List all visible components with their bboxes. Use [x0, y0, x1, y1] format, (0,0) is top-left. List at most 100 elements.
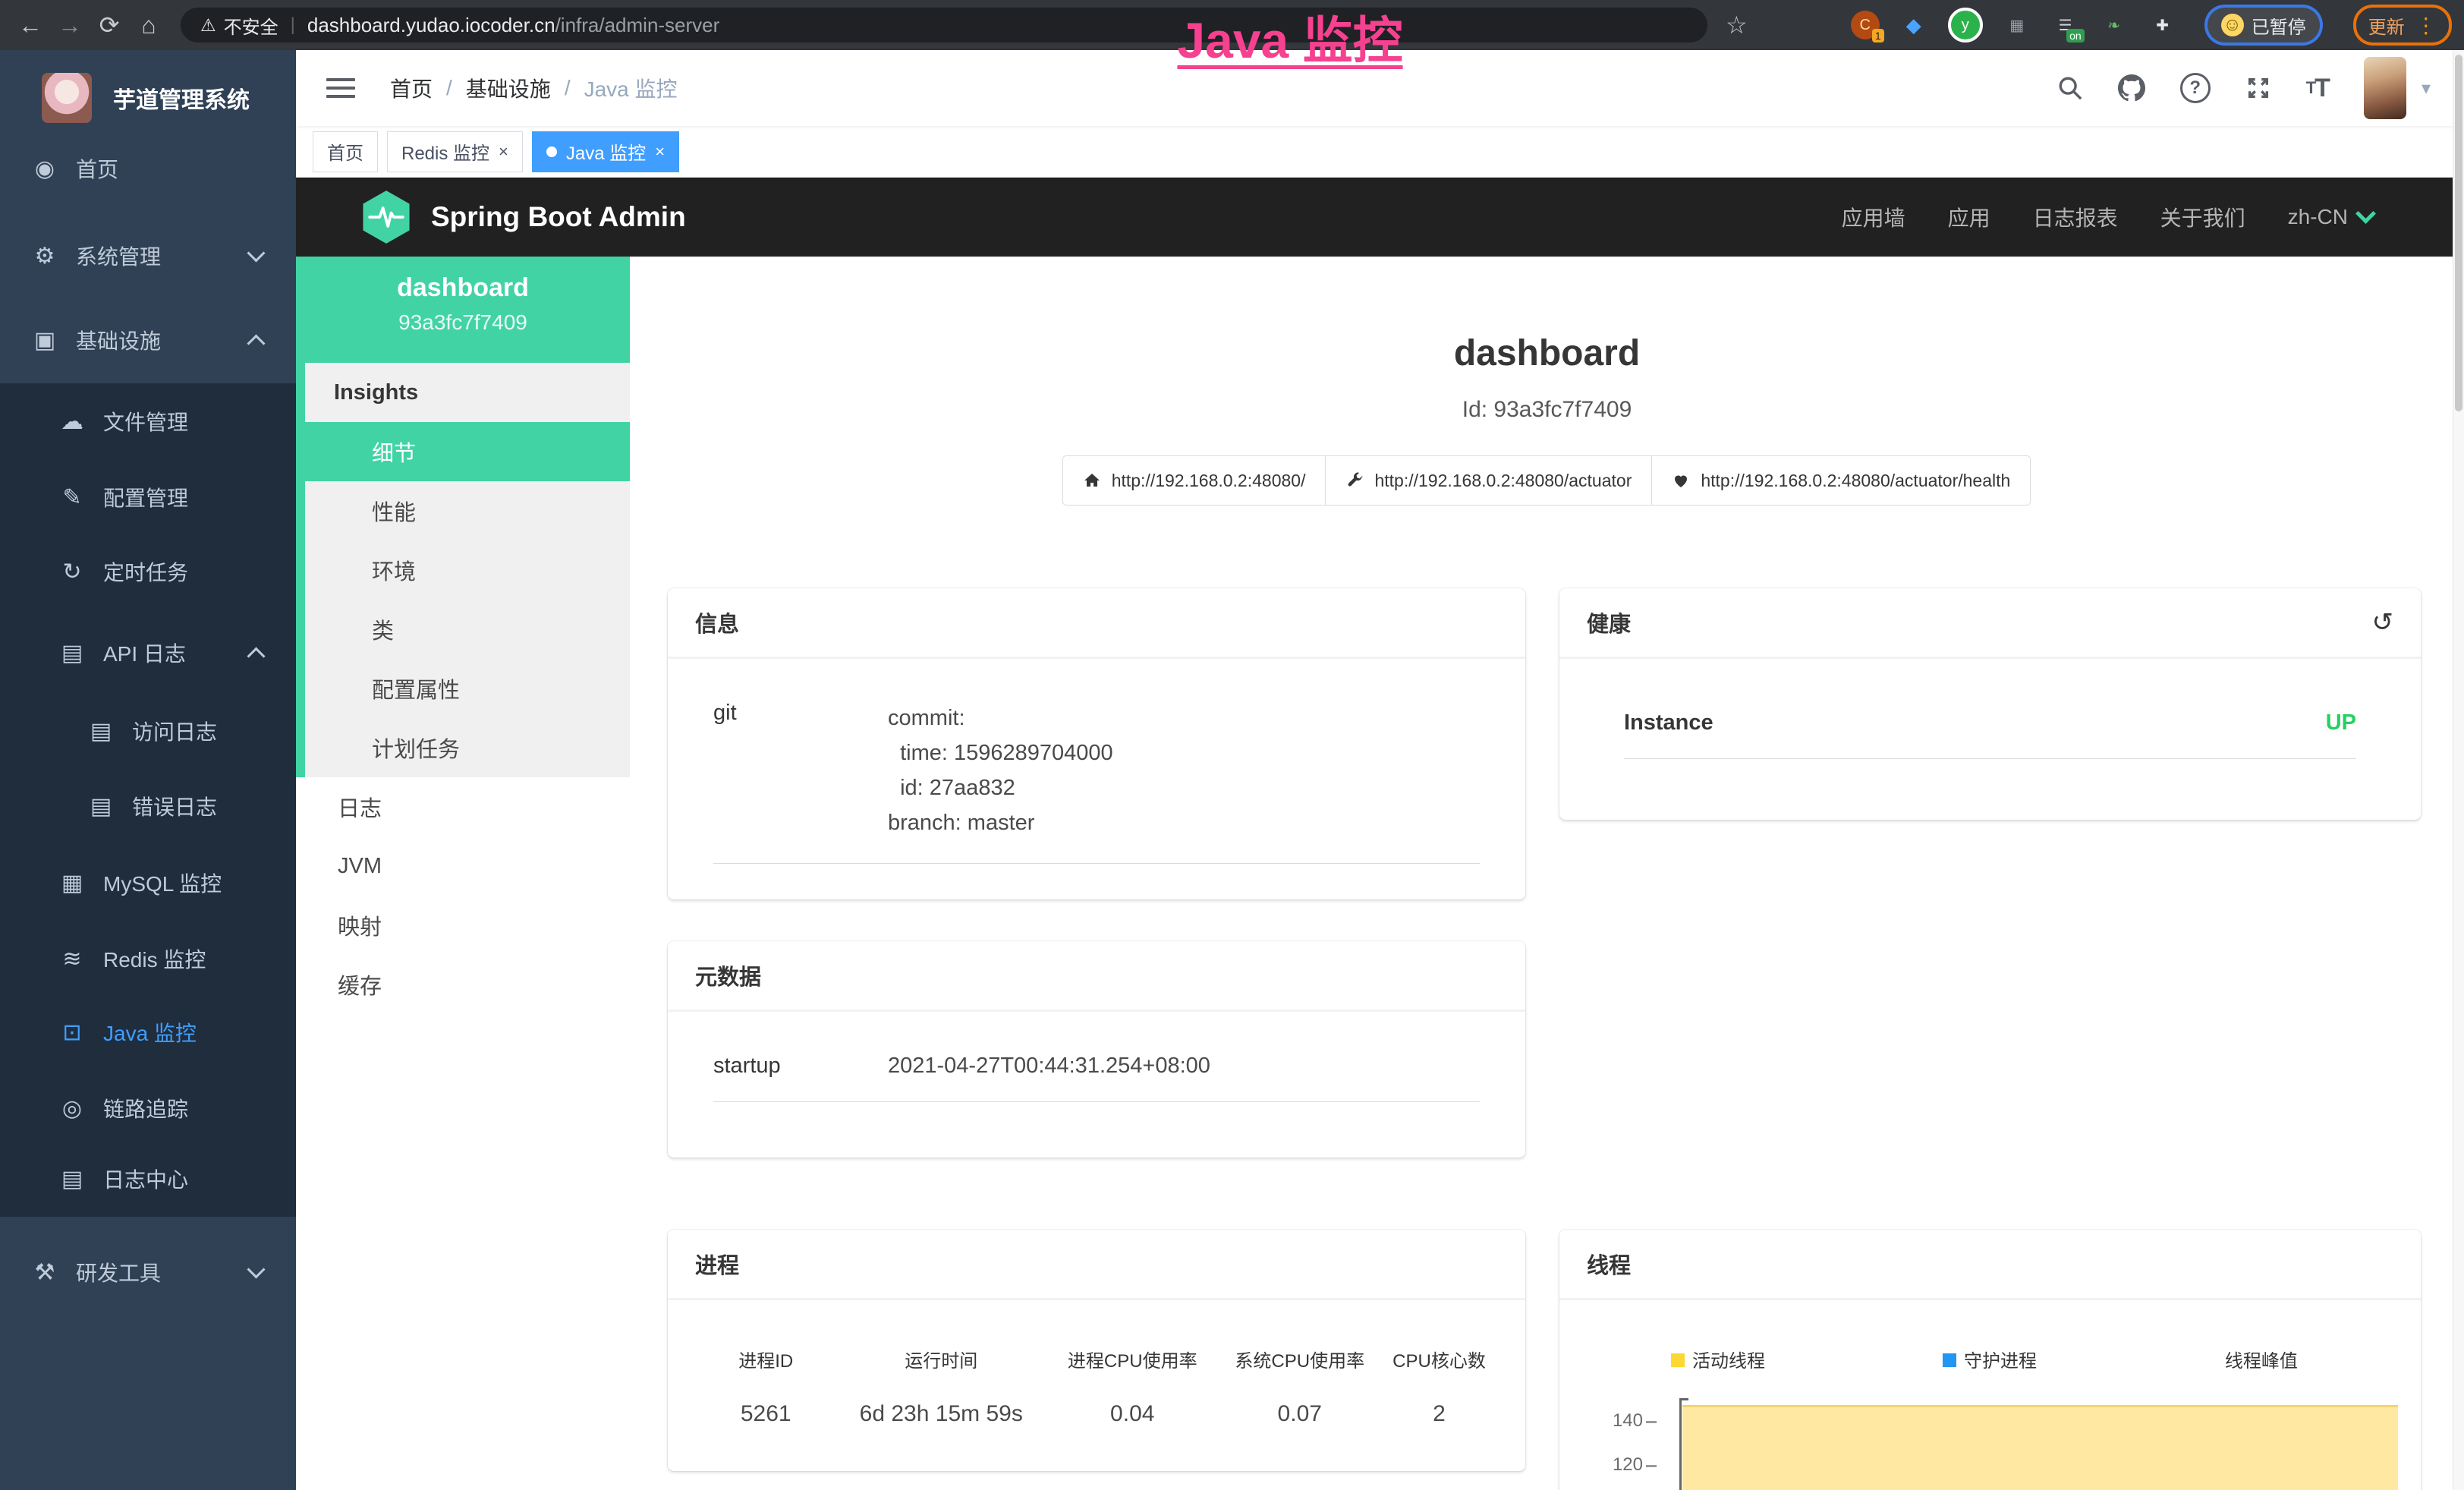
close-icon[interactable]: ×: [655, 142, 665, 162]
sba-insights-group: Insights 细节 性能 环境 类 配置属性 计划任务: [296, 363, 630, 777]
sba-item-classes[interactable]: 类: [305, 600, 630, 659]
browser-extensions-area: ☆ C1 ◆ y ▦ ☰on ❧ ✚ ☺ 已暂停 更新 ⋮: [1726, 5, 2452, 46]
ext-on-badge: on: [2066, 29, 2085, 43]
sidebar-item-access-logs[interactable]: ▤ 访问日志: [0, 693, 296, 769]
layers-icon: ≋: [59, 946, 85, 972]
chevron-down-icon: [247, 244, 265, 262]
history-icon[interactable]: ↺: [2372, 607, 2394, 638]
sba-nav-about[interactable]: 关于我们: [2160, 202, 2245, 232]
live-threads-area-series: [1682, 1405, 2398, 1490]
uptime-value: 6d 23h 15m 59s: [834, 1401, 1049, 1427]
spring-boot-admin-logo[interactable]: [361, 190, 411, 244]
ext-pin-icon[interactable]: ◆: [1899, 11, 1928, 39]
sba-nav-links: 应用墙 应用 日志报表 关于我们 zh-CN: [1842, 202, 2373, 232]
ext-badge: 1: [1872, 29, 1884, 43]
sba-instance-header[interactable]: dashboard 93a3fc7f7409: [296, 257, 630, 363]
close-icon[interactable]: ×: [499, 142, 508, 162]
ext-orange-icon[interactable]: C1: [1851, 11, 1880, 39]
url-host[interactable]: dashboard.yudao.iocoder.cn: [307, 14, 555, 37]
log-icon: ▤: [59, 640, 85, 666]
sidebar-item-api-logs[interactable]: ▤ API 日志: [0, 615, 296, 691]
browser-menu-dots-icon[interactable]: ⋮: [2415, 13, 2437, 38]
edit-icon: ✎: [59, 484, 85, 511]
ext-grid-icon[interactable]: ▦: [2003, 11, 2031, 39]
profile-paused-pill[interactable]: ☺ 已暂停: [2208, 8, 2320, 43]
url-path[interactable]: /infra/admin-server: [555, 14, 720, 37]
health-card: 健康 ↺ Instance UP: [1559, 588, 2421, 820]
ext-green-y-icon[interactable]: y: [1948, 8, 1983, 43]
sidebar-item-mysql-monitor[interactable]: ▦ MySQL 监控: [0, 845, 296, 921]
dashboard-icon: ◉: [32, 156, 58, 182]
search-icon[interactable]: [2057, 75, 2083, 101]
address-bar[interactable]: ⚠ 不安全 | dashboard.yudao.iocoder.cn /infr…: [181, 8, 1707, 43]
sba-item-caches[interactable]: 缓存: [296, 955, 630, 1014]
font-size-icon[interactable]: TT: [2306, 74, 2329, 103]
sba-nav-journal[interactable]: 日志报表: [2033, 202, 2118, 232]
ext-list-on-icon[interactable]: ☰on: [2051, 11, 2080, 39]
sba-nav-applications[interactable]: 应用: [1948, 202, 1990, 232]
log-icon: ▤: [88, 718, 114, 745]
browser-toolbar: ← → ⟳ ⌂ ⚠ 不安全 | dashboard.yudao.iocoder.…: [0, 0, 2464, 50]
github-icon[interactable]: [2118, 74, 2145, 102]
bookmark-star-icon[interactable]: ☆: [1726, 11, 1748, 39]
sba-item-logs[interactable]: 日志: [296, 777, 630, 836]
sidebar-item-infrastructure[interactable]: ▣ 基础设施: [0, 302, 296, 378]
sba-item-metrics[interactable]: 性能: [305, 481, 630, 540]
sba-item-mappings[interactable]: 映射: [296, 896, 630, 955]
ext-puzzle-icon[interactable]: ✚: [2148, 11, 2177, 39]
sidebar-item-dev-tools[interactable]: ⚒ 研发工具: [0, 1234, 296, 1310]
sba-item-details[interactable]: 细节: [296, 422, 630, 481]
sba-item-jvm[interactable]: JVM: [296, 836, 630, 896]
wrench-icon: [1345, 471, 1364, 490]
security-label[interactable]: 不安全: [224, 12, 278, 39]
sidebar-item-system-mgmt[interactable]: ⚙ 系统管理: [0, 218, 296, 294]
browser-back-icon[interactable]: ←: [11, 11, 50, 39]
health-url-button[interactable]: http://192.168.0.2:48080/actuator/health: [1651, 455, 2031, 506]
sba-item-scheduled-tasks[interactable]: 计划任务: [305, 718, 630, 777]
avatar-caret-icon[interactable]: ▾: [2422, 77, 2431, 99]
active-tab-dot: [546, 146, 557, 157]
sidebar-item-java-monitor[interactable]: ⊡ Java 监控: [0, 994, 296, 1070]
breadcrumb-infrastructure[interactable]: 基础设施: [466, 73, 551, 103]
chrome-update-chip[interactable]: 更新 ⋮: [2353, 5, 2452, 46]
sba-brand-title[interactable]: Spring Boot Admin: [431, 201, 686, 233]
actuator-url-button[interactable]: http://192.168.0.2:48080/actuator: [1325, 455, 1652, 506]
sidebar-item-home[interactable]: ◉ 首页: [0, 131, 296, 206]
service-url-button[interactable]: http://192.168.0.2:48080/: [1062, 455, 1326, 506]
sidebar-item-config-mgmt[interactable]: ✎ 配置管理: [0, 459, 296, 535]
sba-item-config-props[interactable]: 配置属性: [305, 659, 630, 718]
page-scrollbar[interactable]: [2453, 50, 2464, 1490]
process-table-values: 5261 6d 23h 15m 59s 0.04 0.07 2: [698, 1401, 1495, 1427]
chart-y-axis: [1679, 1398, 1682, 1490]
cloud-upload-icon: ☁: [59, 408, 85, 435]
hamburger-icon[interactable]: [326, 73, 355, 103]
sidebar-item-error-logs[interactable]: ▤ 错误日志: [0, 768, 296, 844]
help-icon[interactable]: ?: [2180, 73, 2211, 103]
browser-forward-icon[interactable]: →: [50, 11, 90, 39]
sba-navbar: Spring Boot Admin 应用墙 应用 日志报表 关于我们 zh-CN: [296, 177, 2464, 257]
user-avatar[interactable]: [2364, 57, 2406, 119]
tab-redis-monitor[interactable]: Redis 监控 ×: [387, 131, 523, 172]
breadcrumb-home[interactable]: 首页: [390, 73, 433, 103]
metadata-card: 元数据 startup 2021-04-27T00:44:31.254+08:0…: [668, 941, 1525, 1158]
info-git-row: git commit: time: 1596289704000 id: 27aa…: [713, 659, 1480, 864]
tab-home[interactable]: 首页: [313, 131, 378, 172]
browser-reload-icon[interactable]: ⟳: [90, 11, 129, 39]
sba-language-selector[interactable]: zh-CN: [2288, 205, 2373, 229]
ext-leaf-icon[interactable]: ❧: [2100, 11, 2129, 39]
sba-nav-wall[interactable]: 应用墙: [1842, 202, 1905, 232]
tab-java-monitor[interactable]: Java 监控 ×: [532, 131, 679, 172]
sidebar-item-redis-monitor[interactable]: ≋ Redis 监控: [0, 921, 296, 997]
scrollbar-thumb[interactable]: [2455, 55, 2462, 411]
eye-icon: ◎: [59, 1095, 85, 1122]
sidebar-item-scheduled-tasks[interactable]: ↻ 定时任务: [0, 534, 296, 610]
system-cpu-value: 0.07: [1216, 1401, 1384, 1427]
health-card-title: 健康: [1587, 606, 1631, 638]
sba-item-environment[interactable]: 环境: [305, 540, 630, 600]
browser-home-icon[interactable]: ⌂: [129, 11, 168, 39]
sidebar-item-log-center[interactable]: ▤ 日志中心: [0, 1141, 296, 1217]
sidebar-item-tracing[interactable]: ◎ 链路追踪: [0, 1070, 296, 1146]
fullscreen-icon[interactable]: [2245, 75, 2271, 101]
app-logo-row[interactable]: 芋道管理系统: [0, 64, 296, 132]
sidebar-item-file-mgmt[interactable]: ☁ 文件管理: [0, 383, 296, 459]
